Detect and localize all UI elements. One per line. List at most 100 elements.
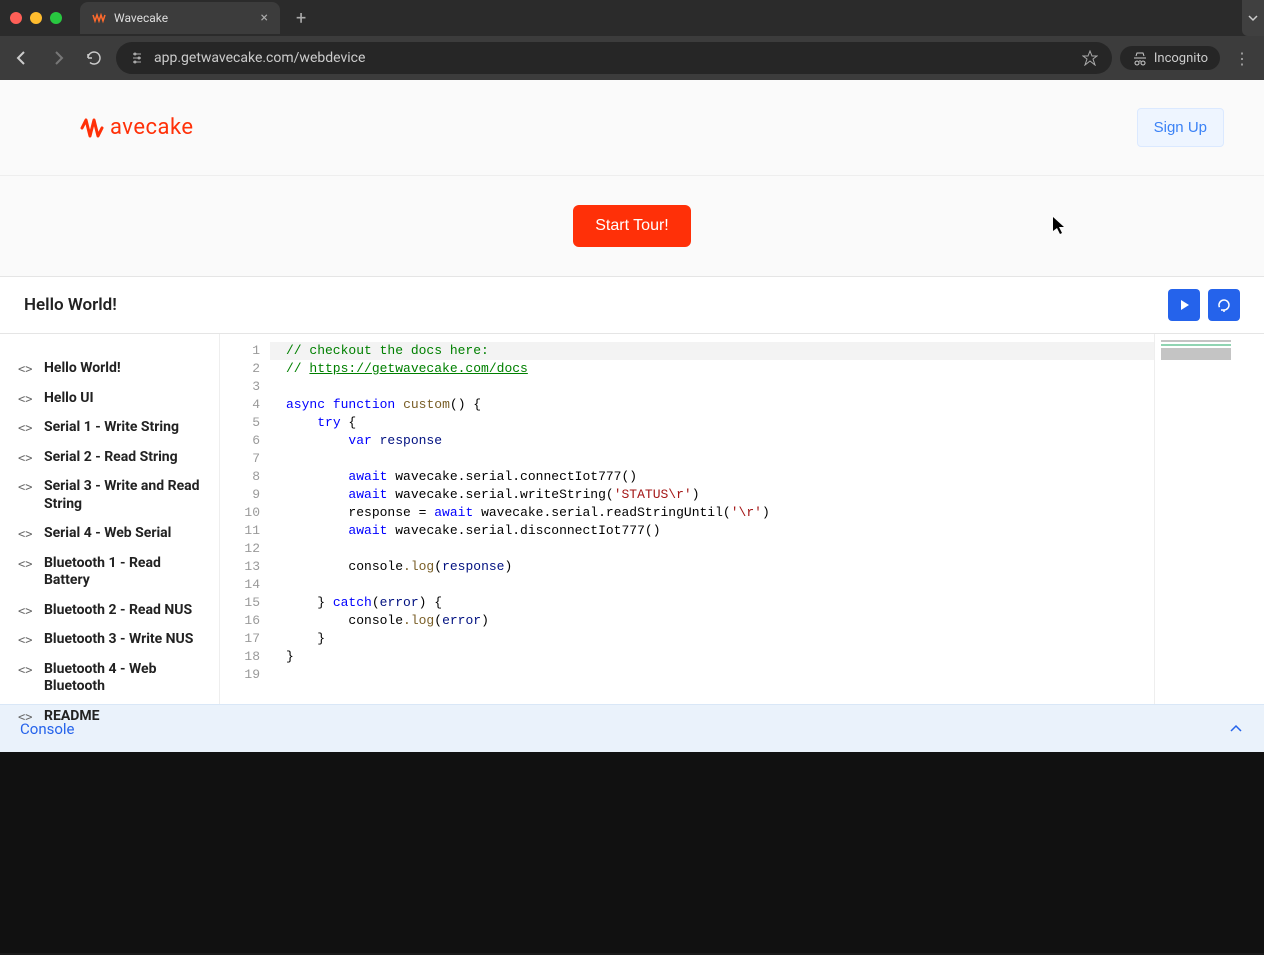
sidebar-item-bt-4[interactable]: <> Bluetooth 4 - Web Bluetooth [14,655,209,702]
play-icon [1177,298,1191,312]
code-line [270,576,1154,594]
sidebar-item-label: Hello World! [44,360,121,378]
sidebar-item-hello-ui[interactable]: <> Hello UI [14,384,209,414]
code-line: console.log(error) [270,612,1154,630]
sidebar-item-label: Bluetooth 3 - Write NUS [44,631,193,649]
code-icon: <> [18,604,34,618]
sidebar-item-label: Serial 4 - Web Serial [44,525,171,543]
reload-button[interactable] [80,44,108,72]
minimize-window-icon[interactable] [30,12,42,24]
minimap[interactable] [1154,334,1264,704]
code-line: } [270,648,1154,666]
line-number: 2 [220,360,260,378]
browser-menu-icon[interactable]: ⋮ [1228,49,1256,68]
code-content[interactable]: // checkout the docs here: // https://ge… [270,334,1154,704]
signup-button[interactable]: Sign Up [1137,108,1224,147]
code-line: await wavecake.serial.writeString('STATU… [270,486,1154,504]
sidebar-item-bt-1[interactable]: <> Bluetooth 1 - Read Battery [14,549,209,596]
examples-sidebar: <> Hello World! <> Hello UI <> Serial 1 … [0,334,220,704]
code-icon: <> [18,362,34,376]
sidebar-item-bt-3[interactable]: <> Bluetooth 3 - Write NUS [14,625,209,655]
code-line: try { [270,414,1154,432]
line-number: 3 [220,378,260,396]
code-line [270,378,1154,396]
code-line [270,450,1154,468]
chevron-up-icon [1228,721,1244,737]
minimap-content [1161,340,1231,380]
code-icon: <> [18,451,34,465]
forward-button[interactable] [44,44,72,72]
tab-title: Wavecake [114,11,168,25]
logo[interactable]: avecake [80,114,194,142]
line-number: 7 [220,450,260,468]
address-bar: app.getwavecake.com/webdevice Incognito … [0,36,1264,80]
favicon [92,11,106,25]
line-number: 8 [220,468,260,486]
code-line: await wavecake.serial.connectIot777() [270,468,1154,486]
browser-tab[interactable]: Wavecake × [80,2,280,34]
line-number: 19 [220,666,260,684]
code-line: async function custom() { [270,396,1154,414]
expand-tabs-icon[interactable] [1242,0,1264,36]
line-gutter: 1 2 3 4 5 6 7 8 9 10 11 12 13 14 15 16 1… [220,334,270,704]
console-output [0,752,1264,953]
logo-text: avecake [110,115,194,140]
sidebar-item-bt-2[interactable]: <> Bluetooth 2 - Read NUS [14,596,209,626]
maximize-window-icon[interactable] [50,12,62,24]
line-number: 18 [220,648,260,666]
line-number: 12 [220,540,260,558]
url-text: app.getwavecake.com/webdevice [154,50,365,66]
code-line: // checkout the docs here: [270,342,1154,360]
back-button[interactable] [8,44,36,72]
sidebar-item-serial-4[interactable]: <> Serial 4 - Web Serial [14,519,209,549]
line-number: 10 [220,504,260,522]
tabbar: Wavecake × + [0,0,1264,36]
window-controls [10,12,62,24]
site-settings-icon[interactable] [130,51,144,65]
code-icon: <> [18,392,34,406]
sidebar-item-serial-3[interactable]: <> Serial 3 - Write and Read String [14,472,209,519]
code-icon: <> [18,527,34,541]
browser-chrome: Wavecake × + app.getwavecake.com/webdevi… [0,0,1264,80]
new-tab-button[interactable]: + [288,8,314,29]
code-line: response = await wavecake.serial.readStr… [270,504,1154,522]
code-line [270,666,1154,684]
code-icon: <> [18,633,34,647]
logo-icon [80,114,108,142]
url-input[interactable]: app.getwavecake.com/webdevice [116,42,1112,74]
code-line: } catch(error) { [270,594,1154,612]
sidebar-item-label: Hello UI [44,390,94,408]
sidebar-item-serial-1[interactable]: <> Serial 1 - Write String [14,413,209,443]
code-line: var response [270,432,1154,450]
sidebar-item-label: Bluetooth 2 - Read NUS [44,602,192,620]
line-number: 13 [220,558,260,576]
app-header: avecake Sign Up [0,80,1264,176]
line-number: 1 [220,342,260,360]
start-tour-button[interactable]: Start Tour! [573,205,691,247]
sidebar-item-serial-2[interactable]: <> Serial 2 - Read String [14,443,209,473]
code-line: // https://getwavecake.com/docs [270,360,1154,378]
close-window-icon[interactable] [10,12,22,24]
sidebar-item-hello-world[interactable]: <> Hello World! [14,354,209,384]
close-tab-icon[interactable]: × [261,10,268,26]
line-number: 15 [220,594,260,612]
incognito-badge[interactable]: Incognito [1120,46,1220,70]
code-editor[interactable]: 1 2 3 4 5 6 7 8 9 10 11 12 13 14 15 16 1… [220,334,1264,704]
line-number: 9 [220,486,260,504]
code-icon: <> [18,421,34,435]
code-icon: <> [18,663,34,677]
line-number: 16 [220,612,260,630]
line-number: 14 [220,576,260,594]
bookmark-icon[interactable] [1082,50,1098,66]
incognito-icon [1132,50,1148,66]
code-line: console.log(response) [270,558,1154,576]
reset-button[interactable] [1208,289,1240,321]
code-line [270,540,1154,558]
incognito-label: Incognito [1154,51,1208,66]
line-number: 6 [220,432,260,450]
code-line: await wavecake.serial.disconnectIot777() [270,522,1154,540]
sidebar-item-label: Serial 2 - Read String [44,449,178,467]
workspace: <> Hello World! <> Hello UI <> Serial 1 … [0,334,1264,704]
sidebar-item-label: Bluetooth 1 - Read Battery [44,555,205,590]
run-button[interactable] [1168,289,1200,321]
